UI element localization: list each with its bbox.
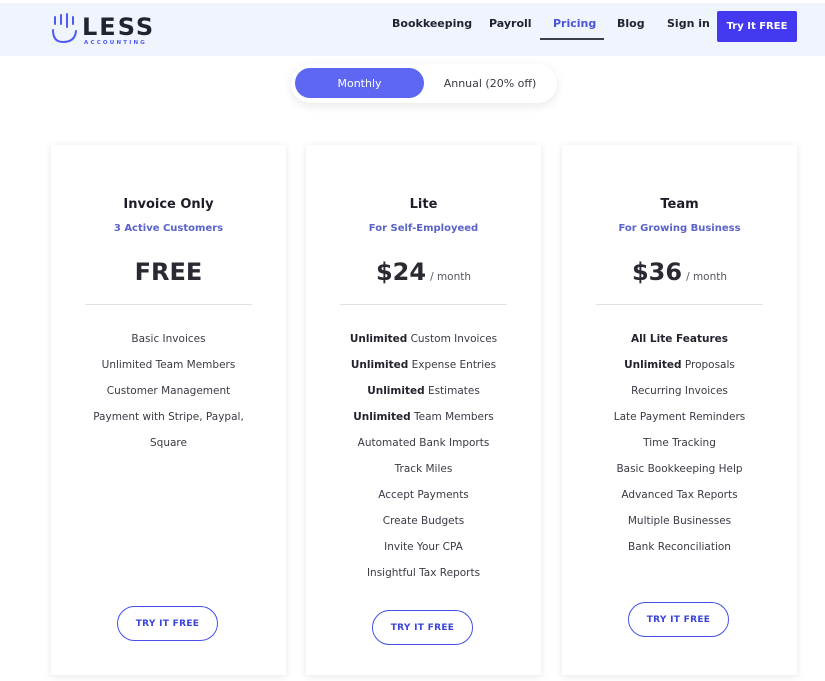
nav-pricing[interactable]: Pricing: [553, 17, 596, 30]
billing-toggle: Monthly Annual (20% off): [291, 64, 557, 103]
plan-card-invoice-only: Invoice Only 3 Active Customers FREE Bas…: [51, 145, 286, 675]
brand-wordmark: LESS: [82, 13, 156, 41]
plan-feature-text: Unlimited Team Members: [101, 359, 236, 371]
plan-subtitle: For Self-Employeed: [368, 223, 479, 234]
plan-feature: Bank Reconciliation: [562, 534, 797, 560]
plan-feature: Unlimited Custom Invoices: [306, 326, 541, 352]
plan-feature-text: Basic Bookkeeping Help: [616, 463, 743, 475]
plan-divider: [85, 304, 252, 305]
plan-feature: Late Payment Reminders: [562, 404, 797, 430]
plan-price: FREE: [134, 258, 203, 286]
plan-feature-text: Recurring Invoices: [631, 385, 728, 397]
plan-name: Invoice Only: [123, 197, 214, 212]
plan-feature-text: Bank Reconciliation: [628, 541, 731, 553]
plan-feature: Unlimited Expense Entries: [306, 352, 541, 378]
plan-feature: Create Budgets: [306, 508, 541, 534]
plan-feature: Advanced Tax Reports: [562, 482, 797, 508]
plan-feature-highlight: All Lite Features: [630, 333, 729, 345]
plan-feature-text: Customer Management: [106, 385, 231, 397]
plan-card-lite: Lite For Self-Employeed $24/ month Unlim…: [306, 145, 541, 675]
nav-payroll[interactable]: Payroll: [489, 17, 532, 30]
plan-features: All Lite Features Unlimited Proposals Recu…: [562, 326, 797, 560]
plan-feature: Accept Payments: [306, 482, 541, 508]
nav-blog[interactable]: Blog: [617, 17, 645, 30]
plan-divider: [596, 304, 763, 305]
plan-feature-highlight: Unlimited: [349, 333, 408, 345]
plan-try-free-button[interactable]: TRY IT FREE: [117, 606, 218, 641]
plan-features: Unlimited Custom Invoices Unlimited Expen…: [306, 326, 541, 586]
plan-feature: Customer Management: [51, 378, 286, 404]
plan-feature-text: Invite Your CPA: [384, 541, 463, 553]
plan-subtitle: For Growing Business: [618, 223, 741, 234]
plan-feature: Basic Bookkeeping Help: [562, 456, 797, 482]
plan-feature: Basic Invoices: [51, 326, 286, 352]
plan-card-team: Team For Growing Business $36/ month All…: [562, 145, 797, 675]
plan-feature: Payment with Stripe, Paypal,: [51, 404, 286, 430]
plan-name: Team: [660, 197, 699, 212]
plan-feature-text: Team Members: [410, 411, 494, 423]
plan-try-free-button[interactable]: TRY IT FREE: [372, 610, 473, 645]
plan-feature-highlight: Unlimited: [350, 359, 409, 371]
plan-try-free-button[interactable]: TRY IT FREE: [628, 602, 729, 637]
plan-feature: Square: [51, 430, 286, 456]
site-header: LESS ACCOUNTING Bookkeeping Payroll Pric…: [0, 3, 825, 56]
plan-period: / month: [686, 271, 728, 283]
plan-feature-text: Create Budgets: [382, 515, 465, 527]
plan-price-row: FREE: [51, 255, 286, 292]
plan-feature-text: Time Tracking: [643, 437, 716, 449]
plan-feature-text: Advanced Tax Reports: [621, 489, 738, 501]
plan-feature-text: Insightful Tax Reports: [366, 567, 481, 579]
plan-feature-text: Late Payment Reminders: [613, 411, 746, 423]
plan-feature: Unlimited Team Members: [51, 352, 286, 378]
plan-features: Basic Invoices Unlimited Team Members Cust…: [51, 326, 286, 456]
plan-feature-text: Basic Invoices: [131, 333, 206, 345]
plan-divider: [340, 304, 507, 305]
logo-face-icon: [52, 13, 77, 44]
plan-feature: Unlimited Estimates: [306, 378, 541, 404]
plan-price-row: $24/ month: [306, 255, 541, 294]
plan-feature-text: Payment with Stripe, Paypal,: [93, 411, 244, 423]
plan-feature: Multiple Businesses: [562, 508, 797, 534]
plan-feature-text: Estimates: [424, 385, 480, 397]
nav-bookkeeping[interactable]: Bookkeeping: [392, 17, 472, 30]
nav-sign-in[interactable]: Sign in: [667, 17, 710, 30]
plan-feature: Automated Bank Imports: [306, 430, 541, 456]
header-try-free-button[interactable]: Try It FREE: [717, 11, 797, 42]
plan-price: $24: [375, 258, 427, 286]
plan-feature: Recurring Invoices: [562, 378, 797, 404]
plan-feature-text: Proposals: [681, 359, 735, 371]
plan-feature-text: Multiple Businesses: [627, 515, 732, 527]
plan-feature: Time Tracking: [562, 430, 797, 456]
nav-active-indicator: [540, 38, 604, 40]
plan-feature-text: Custom Invoices: [407, 333, 498, 345]
plan-feature: Unlimited Team Members: [306, 404, 541, 430]
plan-name: Lite: [409, 197, 438, 212]
plan-feature-text: Accept Payments: [378, 489, 469, 501]
plan-feature: Insightful Tax Reports: [306, 560, 541, 586]
plan-feature-text: Expense Entries: [408, 359, 497, 371]
plan-price: $36: [631, 258, 683, 286]
plan-feature-text: Automated Bank Imports: [357, 437, 490, 449]
billing-annual-option[interactable]: Annual (20% off): [427, 68, 553, 98]
plan-feature: All Lite Features: [562, 326, 797, 352]
plan-feature-text: Track Miles: [394, 463, 453, 475]
billing-monthly-option[interactable]: Monthly: [295, 68, 424, 98]
plan-feature-highlight: Unlimited: [624, 359, 682, 371]
plan-feature: Invite Your CPA: [306, 534, 541, 560]
plan-feature: Unlimited Proposals: [562, 352, 797, 378]
plan-feature-text: Square: [150, 437, 187, 449]
plan-price-row: $36/ month: [562, 255, 797, 294]
plan-feature-highlight: Unlimited: [353, 411, 411, 423]
plan-feature-highlight: Unlimited: [367, 385, 425, 397]
plan-feature: Track Miles: [306, 456, 541, 482]
brand-subtitle: ACCOUNTING: [84, 40, 147, 46]
brand-logo[interactable]: LESS ACCOUNTING: [50, 11, 160, 47]
plan-subtitle: 3 Active Customers: [113, 223, 224, 234]
plan-period: / month: [430, 271, 472, 283]
